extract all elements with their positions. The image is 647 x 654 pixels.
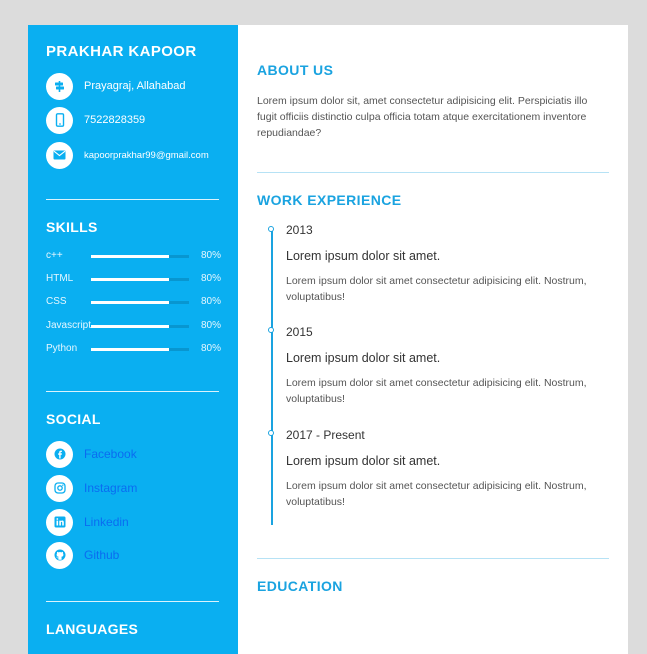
skill-bar-fill <box>91 255 170 258</box>
location-text: Prayagraj, Allahabad <box>84 80 186 92</box>
education-title: EDUCATION <box>257 578 343 594</box>
profile-name: PRAKHAR KAPOOR <box>46 43 197 60</box>
section-divider <box>257 558 609 559</box>
work-item-desc: Lorem ipsum dolor sit amet consectetur a… <box>286 377 587 405</box>
sidebar-divider <box>46 391 219 392</box>
sidebar: PRAKHAR KAPOOR Prayagraj, Allahabad 7522… <box>28 25 238 654</box>
social-item-github[interactable]: Github <box>46 541 119 569</box>
social-item-instagram[interactable]: Instagram <box>46 474 137 502</box>
signpost-icon <box>46 72 73 100</box>
work-year: 2017 - Present <box>286 428 365 442</box>
skill-bar-fill <box>91 348 170 351</box>
resume-page: PRAKHAR KAPOOR Prayagraj, Allahabad 7522… <box>28 25 628 654</box>
timeline-dot <box>268 327 274 333</box>
work-year: 2015 <box>286 325 313 339</box>
work-item-title: Lorem ipsum dolor sit amet. <box>286 454 441 468</box>
skill-percent: 80% <box>200 296 221 307</box>
main-content: ABOUT US Lorem ipsum dolor sit, amet con… <box>238 25 628 654</box>
skill-bar-track <box>91 348 189 351</box>
skill-percent: 80% <box>200 273 221 284</box>
phone-text: 7522828359 <box>84 114 146 126</box>
contact-email: kapoorprakhar99@gmail.com <box>46 141 209 169</box>
skills-title: SKILLS <box>46 219 98 235</box>
envelope-icon <box>46 141 73 169</box>
social-title: SOCIAL <box>46 411 101 427</box>
skill-name: Javascript <box>46 320 92 331</box>
github-link[interactable]: Github <box>84 548 119 562</box>
skill-percent: 80% <box>200 250 221 261</box>
skill-bar-fill <box>91 325 170 328</box>
about-text: Lorem ipsum dolor sit, amet consectetur … <box>257 95 588 139</box>
instagram-icon <box>46 474 73 502</box>
timeline-dot <box>268 226 274 232</box>
facebook-link[interactable]: Facebook <box>84 447 137 461</box>
languages-title: LANGUAGES <box>46 621 139 637</box>
timeline-line <box>271 230 273 525</box>
github-icon <box>46 541 73 569</box>
work-item-title: Lorem ipsum dolor sit amet. <box>286 351 441 365</box>
skill-bar-track <box>91 278 189 281</box>
work-item-desc: Lorem ipsum dolor sit amet consectetur a… <box>286 480 587 508</box>
skill-item: HTML 80% <box>46 272 221 288</box>
skill-bar-track <box>91 301 189 304</box>
section-divider <box>257 172 609 173</box>
facebook-icon <box>46 440 73 468</box>
linkedin-link[interactable]: Linkedin <box>84 515 129 529</box>
work-item: 2015 Lorem ipsum dolor sit amet. Lorem i… <box>286 325 606 407</box>
skill-bar-track <box>91 325 189 328</box>
skill-item: Javascript 80% <box>46 319 221 335</box>
skill-bar-track <box>91 255 189 258</box>
contact-phone: 7522828359 <box>46 106 145 134</box>
skill-item: Python 80% <box>46 342 221 358</box>
sidebar-divider <box>46 199 219 200</box>
about-title: ABOUT US <box>257 62 334 78</box>
social-item-linkedin[interactable]: Linkedin <box>46 508 129 536</box>
skill-bar-fill <box>91 301 170 304</box>
contact-location: Prayagraj, Allahabad <box>46 72 186 100</box>
skill-item: CSS 80% <box>46 295 221 311</box>
skill-item: c++ 80% <box>46 249 221 265</box>
sidebar-divider <box>46 601 219 602</box>
social-item-facebook[interactable]: Facebook <box>46 440 137 468</box>
skill-percent: 80% <box>200 320 221 331</box>
skill-name: c++ <box>46 250 63 261</box>
linkedin-icon <box>46 508 73 536</box>
email-text[interactable]: kapoorprakhar99@gmail.com <box>84 150 209 161</box>
work-year: 2013 <box>286 223 313 237</box>
work-item-desc: Lorem ipsum dolor sit amet consectetur a… <box>286 275 587 303</box>
timeline-dot <box>268 430 274 436</box>
skill-name: CSS <box>46 296 67 307</box>
skill-bar-fill <box>91 278 170 281</box>
work-title: WORK EXPERIENCE <box>257 192 402 208</box>
work-item-title: Lorem ipsum dolor sit amet. <box>286 249 441 263</box>
mobile-icon <box>46 106 73 134</box>
instagram-link[interactable]: Instagram <box>84 481 137 495</box>
work-item: 2013 Lorem ipsum dolor sit amet. Lorem i… <box>286 223 606 305</box>
skill-name: HTML <box>46 273 74 284</box>
skill-percent: 80% <box>200 343 221 354</box>
work-item: 2017 - Present Lorem ipsum dolor sit ame… <box>286 428 606 510</box>
skill-name: Python <box>46 343 78 354</box>
